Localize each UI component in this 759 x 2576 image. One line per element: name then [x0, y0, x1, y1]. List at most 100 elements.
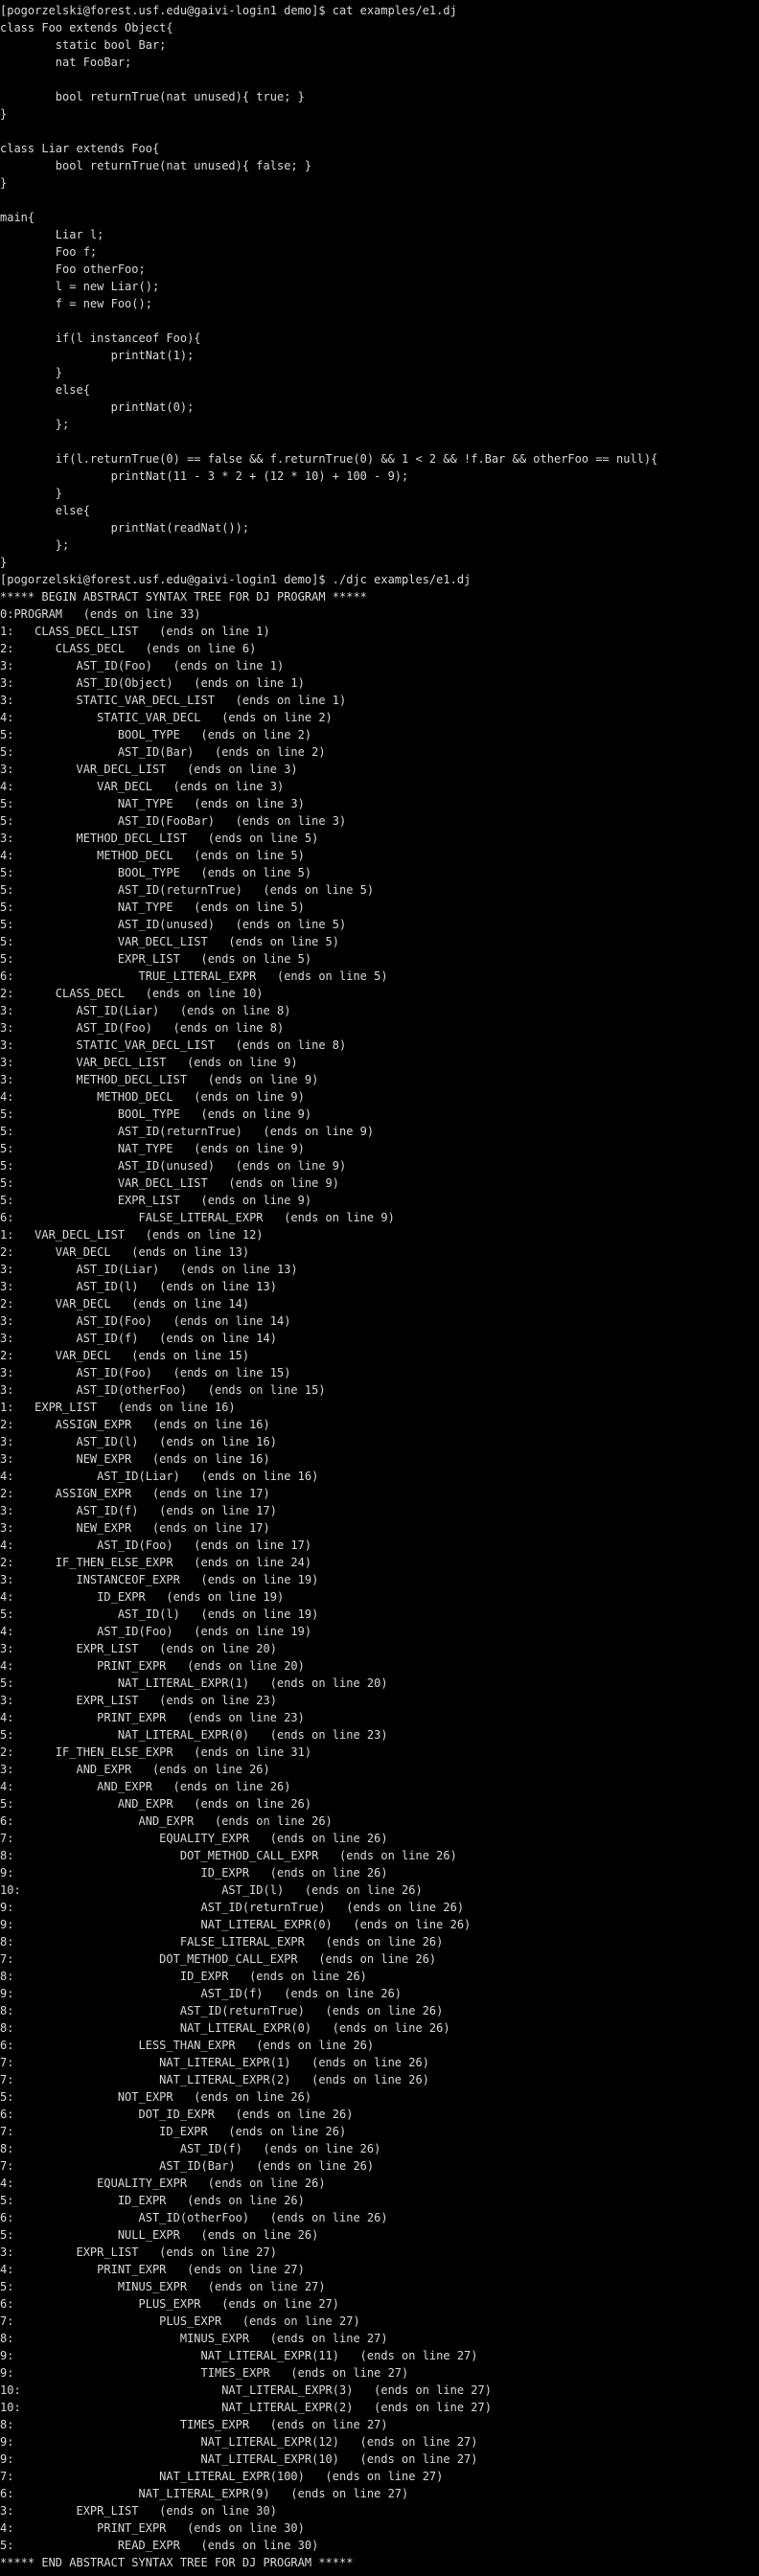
terminal-line: 4: PRINT_EXPR (ends on line 23): [0, 1711, 305, 1724]
terminal-line: l = new Liar();: [0, 280, 160, 293]
terminal-window[interactable]: [pogorzelski@forest.usf.edu@gaivi-login1…: [0, 0, 759, 2576]
terminal-line: 8: DOT_METHOD_CALL_EXPR (ends on line 26…: [0, 1849, 457, 1862]
terminal-line: 5: EXPR_LIST (ends on line 5): [0, 952, 312, 966]
terminal-line: 6: LESS_THAN_EXPR (ends on line 26): [0, 2039, 375, 2052]
terminal-line: 3: EXPR_LIST (ends on line 20): [0, 1642, 277, 1655]
terminal-line: 5: NAT_TYPE (ends on line 3): [0, 797, 305, 810]
terminal-line: 7: NAT_LITERAL_EXPR(2) (ends on line 26): [0, 2073, 429, 2086]
terminal-line: if(l.returnTrue(0) == false && f.returnT…: [0, 452, 658, 466]
terminal-line: 4: METHOD_DECL (ends on line 9): [0, 1090, 305, 1104]
terminal-line: 9: NAT_LITERAL_EXPR(10) (ends on line 27…: [0, 2452, 478, 2466]
terminal-line: 5: BOOL_TYPE (ends on line 9): [0, 1107, 312, 1121]
terminal-line: 5: NAT_LITERAL_EXPR(1) (ends on line 20): [0, 1676, 388, 1690]
terminal-line: 7: EQUALITY_EXPR (ends on line 26): [0, 1832, 388, 1845]
terminal-line: 3: VAR_DECL_LIST (ends on line 9): [0, 1056, 298, 1069]
terminal-line: 3: AST_ID(Object) (ends on line 1): [0, 676, 305, 690]
terminal-line: 9: ID_EXPR (ends on line 26): [0, 1866, 388, 1880]
terminal-line: 1: CLASS_DECL_LIST (ends on line 1): [0, 625, 270, 638]
terminal-line: printNat(1);: [0, 349, 195, 362]
terminal-line: 2: IF_THEN_ELSE_EXPR (ends on line 24): [0, 1556, 312, 1569]
terminal-line: 5: NAT_LITERAL_EXPR(0) (ends on line 23): [0, 1728, 388, 1742]
terminal-line: 3: METHOD_DECL_LIST (ends on line 5): [0, 832, 319, 845]
terminal-line: f = new Foo();: [0, 297, 152, 310]
terminal-line: }: [0, 366, 63, 379]
terminal-line: 4: AST_ID(Foo) (ends on line 19): [0, 1625, 312, 1638]
terminal-line: 5: READ_EXPR (ends on line 30): [0, 2539, 319, 2552]
terminal-line: 4: EQUALITY_EXPR (ends on line 26): [0, 2177, 326, 2190]
terminal-line: 1: VAR_DECL_LIST (ends on line 12): [0, 1228, 264, 1242]
terminal-line: 5: AST_ID(Bar) (ends on line 2): [0, 745, 326, 759]
terminal-line: ***** BEGIN ABSTRACT SYNTAX TREE FOR DJ …: [0, 590, 367, 604]
terminal-line: 6: DOT_ID_EXPR (ends on line 26): [0, 2108, 354, 2121]
terminal-line: class Foo extends Object{: [0, 21, 173, 34]
terminal-line: class Liar extends Foo{: [0, 142, 160, 155]
terminal-line: 2: VAR_DECL (ends on line 14): [0, 1297, 250, 1311]
terminal-line: 3: NEW_EXPR (ends on line 16): [0, 1452, 270, 1466]
terminal-line: 3: AST_ID(Foo) (ends on line 8): [0, 1021, 285, 1035]
terminal-line: 4: PRINT_EXPR (ends on line 30): [0, 2521, 305, 2535]
terminal-line: 3: AST_ID(Liar) (ends on line 8): [0, 1004, 291, 1017]
terminal-line: 3: AST_ID(Foo) (ends on line 14): [0, 1314, 291, 1328]
terminal-line: 5: AST_ID(returnTrue) (ends on line 9): [0, 1125, 375, 1138]
terminal-line: 4: PRINT_EXPR (ends on line 27): [0, 2263, 305, 2276]
terminal-line: }: [0, 176, 8, 190]
terminal-line: 9: NAT_LITERAL_EXPR(12) (ends on line 27…: [0, 2435, 478, 2449]
terminal-line: 2: CLASS_DECL (ends on line 6): [0, 642, 257, 655]
terminal-line: 4: VAR_DECL (ends on line 3): [0, 780, 285, 793]
terminal-line: 6: TRUE_LITERAL_EXPR (ends on line 5): [0, 969, 388, 983]
terminal-line: }: [0, 556, 8, 569]
terminal-line: 5: NAT_TYPE (ends on line 5): [0, 900, 305, 914]
terminal-line: 5: ID_EXPR (ends on line 26): [0, 2194, 305, 2207]
terminal-line: }: [0, 487, 63, 500]
terminal-line: };: [0, 538, 70, 552]
terminal-line: 3: AST_ID(l) (ends on line 16): [0, 1435, 277, 1448]
terminal-line: 3: INSTANCEOF_EXPR (ends on line 19): [0, 1573, 319, 1586]
terminal-line: 5: BOOL_TYPE (ends on line 2): [0, 728, 312, 741]
terminal-line: static bool Bar;: [0, 38, 167, 52]
terminal-line: 3: AST_ID(f) (ends on line 17): [0, 1504, 277, 1517]
terminal-line: printNat(readNat());: [0, 521, 250, 535]
terminal-line: 9: NAT_LITERAL_EXPR(11) (ends on line 27…: [0, 2349, 478, 2362]
terminal-line: }: [0, 107, 8, 121]
terminal-line: 5: AST_ID(unused) (ends on line 9): [0, 1159, 347, 1173]
terminal-line: 7: NAT_LITERAL_EXPR(100) (ends on line 2…: [0, 2470, 444, 2483]
terminal-line: Liar l;: [0, 228, 104, 241]
terminal-line: 10: NAT_LITERAL_EXPR(2) (ends on line 27…: [0, 2401, 492, 2414]
terminal-line: 3: AST_ID(l) (ends on line 13): [0, 1280, 277, 1293]
terminal-line: 5: VAR_DECL_LIST (ends on line 5): [0, 935, 340, 948]
terminal-line: 5: BOOL_TYPE (ends on line 5): [0, 866, 312, 879]
terminal-line: Foo otherFoo;: [0, 262, 146, 276]
terminal-line: 7: ID_EXPR (ends on line 26): [0, 2125, 347, 2138]
terminal-line: 3: AST_ID(Liar) (ends on line 13): [0, 1263, 298, 1276]
terminal-line: 4: STATIC_VAR_DECL (ends on line 2): [0, 711, 333, 724]
terminal-line: 6: AND_EXPR (ends on line 26): [0, 1814, 333, 1828]
terminal-line: 8: NAT_LITERAL_EXPR(0) (ends on line 26): [0, 2021, 450, 2035]
terminal-line: 3: EXPR_LIST (ends on line 23): [0, 1694, 277, 1707]
terminal-line: 9: TIMES_EXPR (ends on line 27): [0, 2366, 409, 2380]
terminal-line: bool returnTrue(nat unused){ false; }: [0, 159, 312, 172]
terminal-line: 6: NAT_LITERAL_EXPR(9) (ends on line 27): [0, 2487, 409, 2500]
terminal-line: 4: AST_ID(Foo) (ends on line 17): [0, 1539, 312, 1552]
terminal-line: 5: AST_ID(FooBar) (ends on line 3): [0, 814, 347, 828]
terminal-line: [pogorzelski@forest.usf.edu@gaivi-login1…: [0, 573, 472, 586]
terminal-line: 3: VAR_DECL_LIST (ends on line 3): [0, 763, 298, 776]
terminal-line: 7: NAT_LITERAL_EXPR(1) (ends on line 26): [0, 2056, 429, 2069]
terminal-line: 3: AST_ID(f) (ends on line 14): [0, 1332, 277, 1345]
terminal-line: 0:PROGRAM (ends on line 33): [0, 607, 201, 621]
terminal-line: };: [0, 418, 70, 431]
terminal-line: 8: FALSE_LITERAL_EXPR (ends on line 26): [0, 1935, 444, 1949]
terminal-line: 5: NAT_TYPE (ends on line 9): [0, 1142, 305, 1155]
terminal-line: 5: AND_EXPR (ends on line 26): [0, 1797, 312, 1811]
terminal-line: else{: [0, 504, 90, 517]
terminal-line: 2: IF_THEN_ELSE_EXPR (ends on line 31): [0, 1745, 312, 1759]
terminal-line: else{: [0, 383, 90, 397]
terminal-line: 1: EXPR_LIST (ends on line 16): [0, 1401, 236, 1414]
terminal-line: 5: MINUS_EXPR (ends on line 27): [0, 2280, 326, 2293]
terminal-line: 3: METHOD_DECL_LIST (ends on line 9): [0, 1073, 319, 1086]
terminal-line: main{: [0, 211, 35, 224]
terminal-line: 3: AST_ID(Foo) (ends on line 15): [0, 1366, 291, 1379]
terminal-line: 4: PRINT_EXPR (ends on line 20): [0, 1659, 305, 1673]
terminal-line: 3: NEW_EXPR (ends on line 17): [0, 1521, 270, 1535]
